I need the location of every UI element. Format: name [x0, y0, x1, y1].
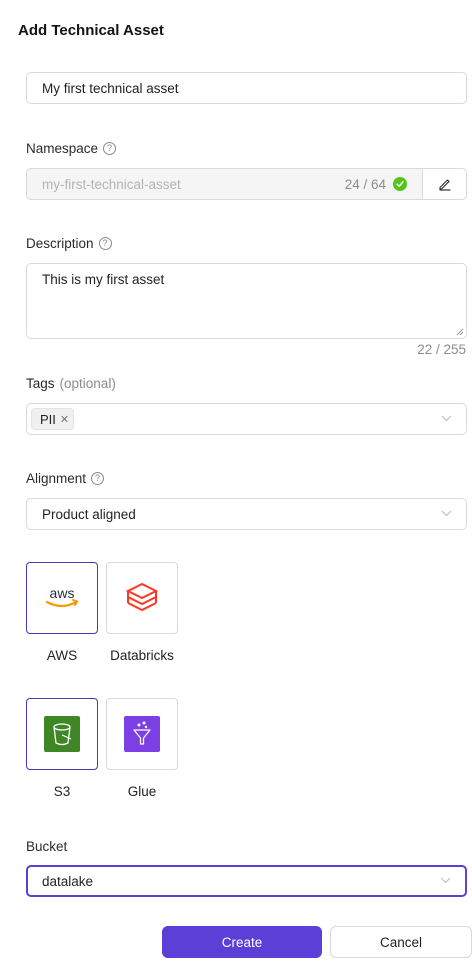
question-circle-icon[interactable]: ? [103, 142, 117, 155]
cancel-button[interactable]: Cancel [330, 926, 472, 958]
platform-label-databricks: Databricks [110, 648, 174, 663]
bucket-value: datalake [42, 873, 94, 889]
description-counter: 22 / 255 [417, 342, 466, 357]
tags-label-group: Tags (optional) [26, 376, 116, 391]
namespace-input: my-first-technical-asset 24 / 64 [26, 168, 422, 200]
create-button[interactable]: Create [162, 926, 322, 958]
close-icon[interactable]: ✕ [60, 413, 69, 426]
databricks-logo-icon [125, 582, 159, 612]
tag-chip-label: PII [40, 411, 56, 427]
svg-text:aws: aws [50, 585, 75, 601]
platform-card-aws[interactable]: aws [26, 562, 98, 634]
service-card-glue[interactable] [106, 698, 178, 770]
namespace-label: Namespace [26, 141, 99, 156]
tags-optional-text: (optional) [59, 376, 116, 391]
chevron-down-icon [441, 510, 452, 517]
alignment-label-group: Alignment ? [26, 471, 105, 486]
namespace-counter-group: 24 / 64 [345, 177, 407, 192]
description-value: This is my first asset [42, 272, 165, 287]
question-circle-icon[interactable]: ? [91, 472, 105, 485]
tags-select[interactable]: PII ✕ [26, 403, 467, 435]
alignment-label: Alignment [26, 471, 87, 486]
namespace-value: my-first-technical-asset [42, 176, 181, 192]
asset-name-value: My first technical asset [42, 80, 179, 96]
namespace-field-group: my-first-technical-asset 24 / 64 [26, 168, 467, 200]
resize-handle-icon[interactable] [456, 328, 464, 336]
question-circle-icon[interactable]: ? [98, 237, 112, 250]
namespace-label-group: Namespace ? [26, 141, 117, 156]
aws-logo-icon: aws [45, 585, 79, 608]
namespace-count: 24 / 64 [344, 176, 386, 192]
description-label-group: Description ? [26, 236, 112, 251]
alignment-select[interactable]: Product aligned [26, 498, 467, 530]
dialog-title: Add Technical Asset [18, 22, 164, 39]
check-circle-icon [393, 177, 407, 191]
edit-namespace-button[interactable] [422, 168, 467, 200]
glue-icon [124, 716, 160, 752]
tags-label: Tags [26, 376, 55, 391]
platform-card-databricks[interactable] [106, 562, 178, 634]
s3-bucket-icon [44, 716, 80, 752]
description-textarea[interactable]: This is my first asset [26, 263, 467, 339]
bucket-select[interactable]: datalake [26, 865, 467, 897]
chevron-down-icon [441, 415, 452, 422]
service-label-glue: Glue [127, 784, 157, 799]
tag-chip: PII ✕ [31, 408, 75, 430]
platform-label-aws: AWS [46, 648, 78, 663]
chevron-down-icon [440, 877, 451, 884]
description-label: Description [26, 236, 94, 251]
alignment-value: Product aligned [42, 506, 136, 522]
service-label-s3: S3 [53, 784, 71, 799]
bucket-label: Bucket [26, 839, 68, 854]
asset-name-input[interactable]: My first technical asset [26, 72, 467, 104]
service-card-s3[interactable] [26, 698, 98, 770]
pencil-icon [438, 179, 450, 191]
bucket-label-group: Bucket [26, 839, 67, 854]
